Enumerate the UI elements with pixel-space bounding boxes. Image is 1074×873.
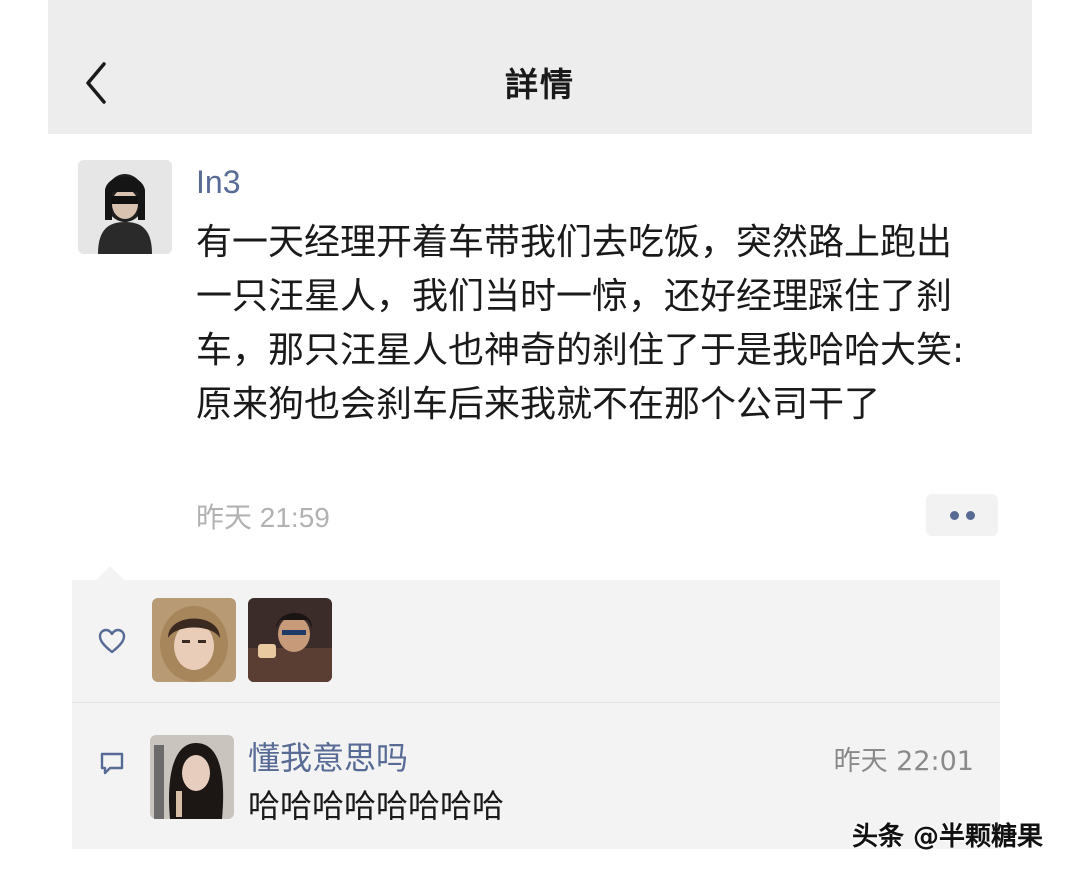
liker-avatar[interactable]: [248, 598, 332, 682]
nav-bar: 詳情: [48, 0, 1032, 134]
panel-pointer: [96, 566, 124, 580]
liker-avatar[interactable]: [152, 598, 236, 682]
comment-timestamp: 昨天 22:01: [833, 746, 974, 777]
more-actions-button[interactable]: [926, 494, 998, 536]
comment-icon: [100, 752, 124, 775]
post-timestamp: 昨天 21:59: [196, 502, 330, 533]
author-avatar[interactable]: [78, 160, 172, 254]
more-dot-icon: [950, 511, 959, 520]
page-title: 詳情: [505, 65, 575, 104]
commenter-avatar-image: [150, 735, 234, 819]
liker-avatar-image: [152, 598, 236, 682]
avatar-image: [78, 160, 172, 254]
likes-section: [72, 580, 1000, 702]
author-name[interactable]: In3: [196, 164, 240, 201]
commenter-name[interactable]: 懂我意思吗: [248, 733, 408, 779]
watermark: 头条 @半颗糖果: [852, 822, 1044, 852]
commenter-avatar[interactable]: [150, 735, 234, 819]
liker-avatar-image: [248, 598, 332, 682]
more-dot-icon: [966, 511, 975, 520]
comment-text: 哈哈哈哈哈哈哈哈: [248, 787, 505, 825]
post-text: 有一天经理开着车带我们去吃饭，突然路上跑出一只汪星人，我们当时一惊，还好经理踩住…: [196, 222, 965, 425]
heart-icon: [98, 628, 126, 654]
